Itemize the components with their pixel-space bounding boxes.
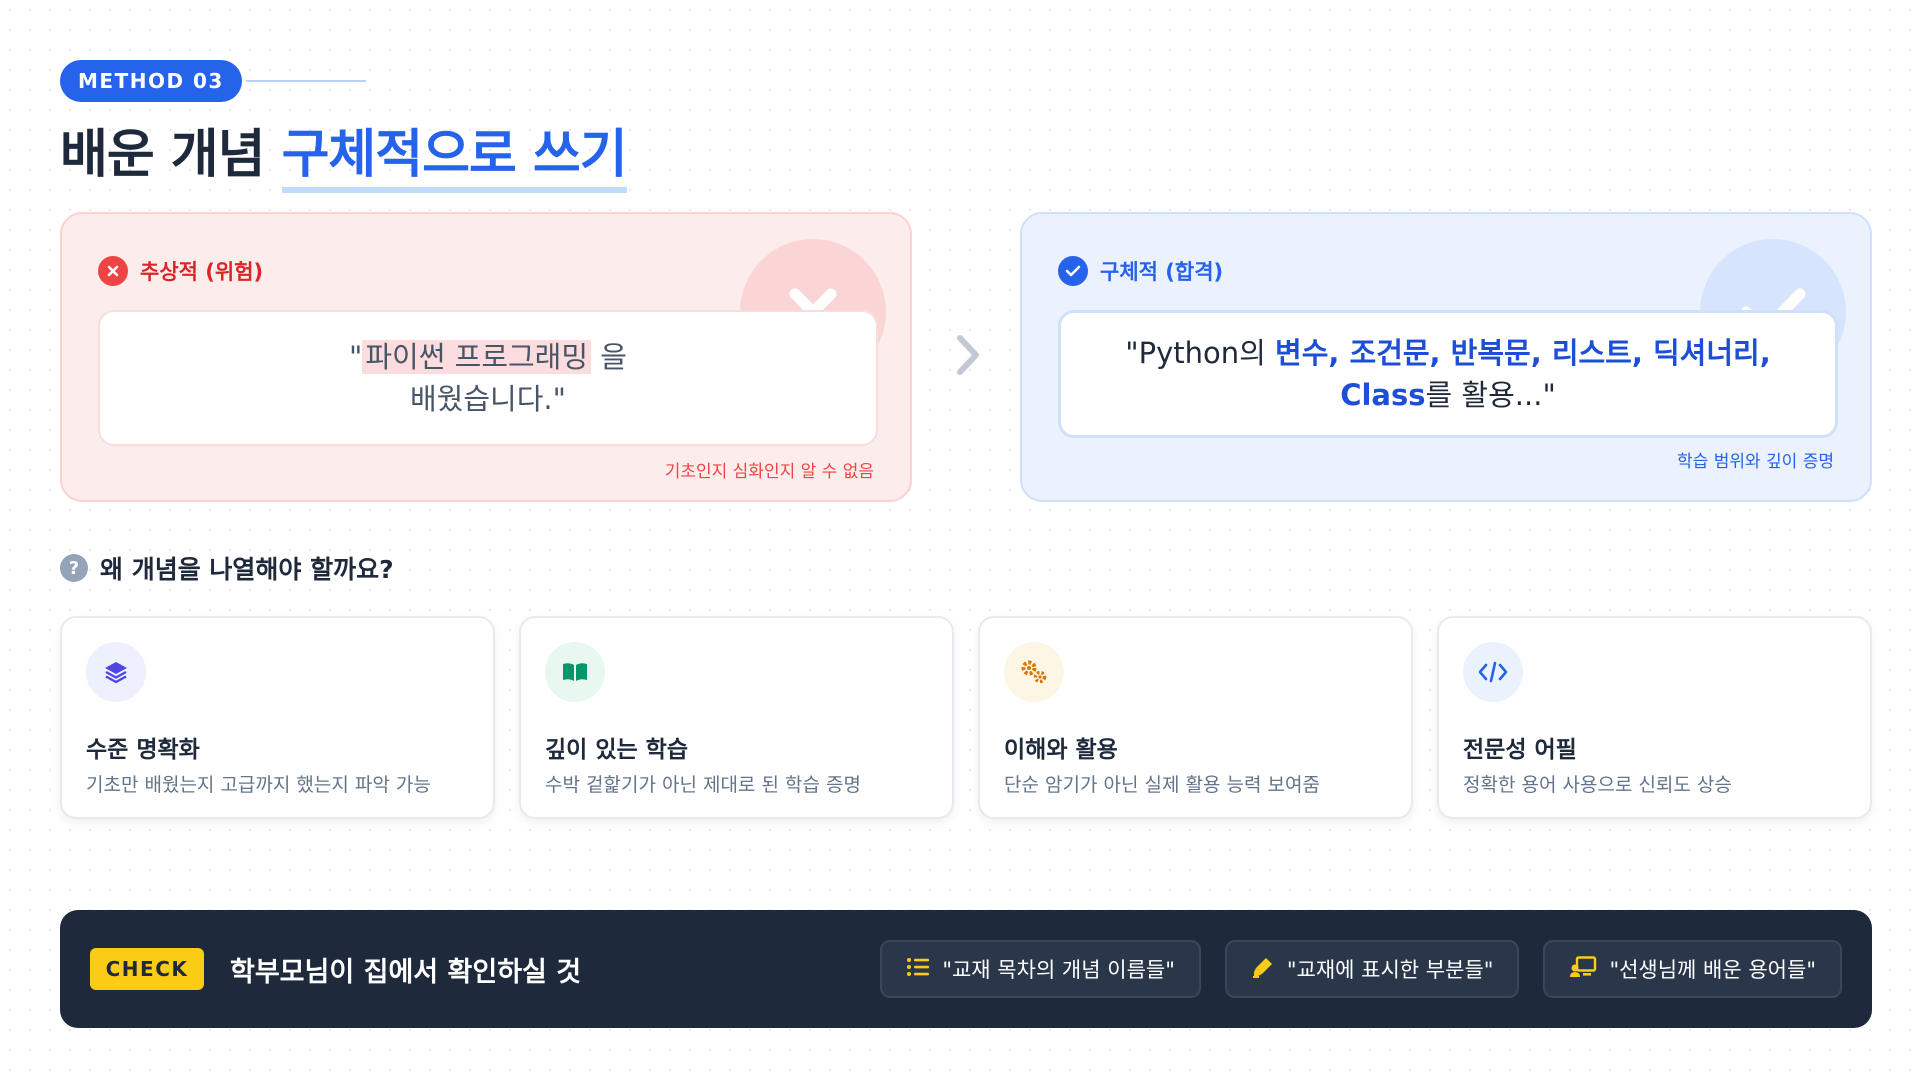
- code-icon: [1463, 642, 1523, 702]
- check-text: 학부모님이 집에서 확인하실 것: [230, 957, 582, 988]
- reason-desc: 수박 겉핥기가 아닌 제대로 된 학습 증명: [545, 774, 861, 796]
- layers-icon: [86, 642, 146, 702]
- quote-line2: 배웠습니다.": [410, 382, 566, 416]
- concrete-example-card: 구체적 (합격) "Python의 변수, 조건문, 반복문, 리스트, 딕셔너…: [1020, 212, 1872, 502]
- chip-label: "교재 목차의 개념 이름들": [942, 958, 1175, 982]
- chip-marked-parts: "교재에 표시한 부분들": [1224, 940, 1520, 998]
- reason-card-expertise: 전문성 어필 정확한 용어 사용으로 신뢰도 상승: [1437, 616, 1872, 819]
- reason-desc: 단순 암기가 아닌 실제 활용 능력 보여줌: [1004, 774, 1320, 796]
- title-highlight: 구체적으로 쓰기: [281, 125, 628, 193]
- teacher-icon: [1569, 955, 1597, 983]
- concrete-note: 학습 범위와 깊이 증명: [1677, 452, 1834, 472]
- title-plain: 배운 개념: [60, 125, 265, 185]
- quote-pre: "Python의: [1125, 336, 1276, 370]
- list-icon: [906, 957, 930, 982]
- chip-label: "교재에 표시한 부분들": [1286, 958, 1494, 982]
- abstract-example-card: 추상적 (위험) " 파이썬 프로그래밍 을 배웠습니다." 기초인지 심화인지 …: [60, 212, 912, 502]
- chevron-right-icon: [953, 332, 983, 382]
- reason-title: 수준 명확화: [86, 737, 200, 763]
- chip-teacher-terms: "선생님께 배운 용어들": [1543, 940, 1842, 998]
- check-bar: CHECK 학부모님이 집에서 확인하실 것 "교재 목차의 개념 이름들" "…: [60, 910, 1872, 1028]
- check-chips: "교재 목차의 개념 이름들" "교재에 표시한 부분들" "선생님께 배운 용…: [880, 940, 1842, 998]
- concrete-quote: "Python의 변수, 조건문, 반복문, 리스트, 딕셔너리, Class를…: [1058, 310, 1838, 438]
- reason-desc: 정확한 용어 사용으로 신뢰도 상승: [1463, 774, 1732, 796]
- page-title: 배운 개념 구체적으로 쓰기: [60, 112, 628, 193]
- highlighter-icon: [1251, 955, 1275, 984]
- reason-title: 깊이 있는 학습: [545, 737, 688, 763]
- why-heading: ? 왜 개념을 나열해야 할까요?: [60, 550, 394, 586]
- abstract-header: 추상적 (위험): [98, 256, 263, 286]
- badge-divider: [246, 80, 366, 82]
- reason-cards: 수준 명확화 기초만 배웠는지 고급까지 했는지 파악 가능 깊이 있는 학습 …: [60, 616, 1872, 819]
- why-title: 왜 개념을 나열해야 할까요?: [100, 555, 394, 584]
- reason-card-level: 수준 명확화 기초만 배웠는지 고급까지 했는지 파악 가능: [60, 616, 495, 819]
- gears-icon: [1004, 642, 1064, 702]
- concrete-label: 구체적 (합격): [1100, 260, 1224, 284]
- check-tag: CHECK: [90, 948, 204, 990]
- method-badge: METHOD 03: [60, 60, 242, 102]
- reason-card-application: 이해와 활용 단순 암기가 아닌 실제 활용 능력 보여줌: [978, 616, 1413, 819]
- chip-textbook-toc: "교재 목차의 개념 이름들": [880, 940, 1201, 998]
- book-icon: [545, 642, 605, 702]
- reason-title: 전문성 어필: [1463, 737, 1577, 763]
- quote-after: 을: [591, 340, 627, 374]
- quote-open: ": [349, 340, 363, 374]
- question-icon: ?: [60, 554, 88, 582]
- chip-label: "선생님께 배운 용어들": [1609, 958, 1816, 982]
- reason-title: 이해와 활용: [1004, 737, 1118, 763]
- abstract-label: 추상적 (위험): [140, 260, 264, 284]
- quote-post: 를 활용...": [1425, 378, 1556, 412]
- reason-desc: 기초만 배웠는지 고급까지 했는지 파악 가능: [86, 774, 431, 796]
- reason-card-depth: 깊이 있는 학습 수박 겉핥기가 아닌 제대로 된 학습 증명: [519, 616, 954, 819]
- check-circle-icon: [1058, 256, 1088, 286]
- abstract-note: 기초인지 심화인지 알 수 없음: [664, 462, 874, 482]
- quote-highlighted-phrase: 파이썬 프로그래밍: [362, 340, 592, 374]
- abstract-quote: " 파이썬 프로그래밍 을 배웠습니다.": [98, 310, 878, 446]
- concrete-header: 구체적 (합격): [1058, 256, 1223, 286]
- x-circle-icon: [98, 256, 128, 286]
